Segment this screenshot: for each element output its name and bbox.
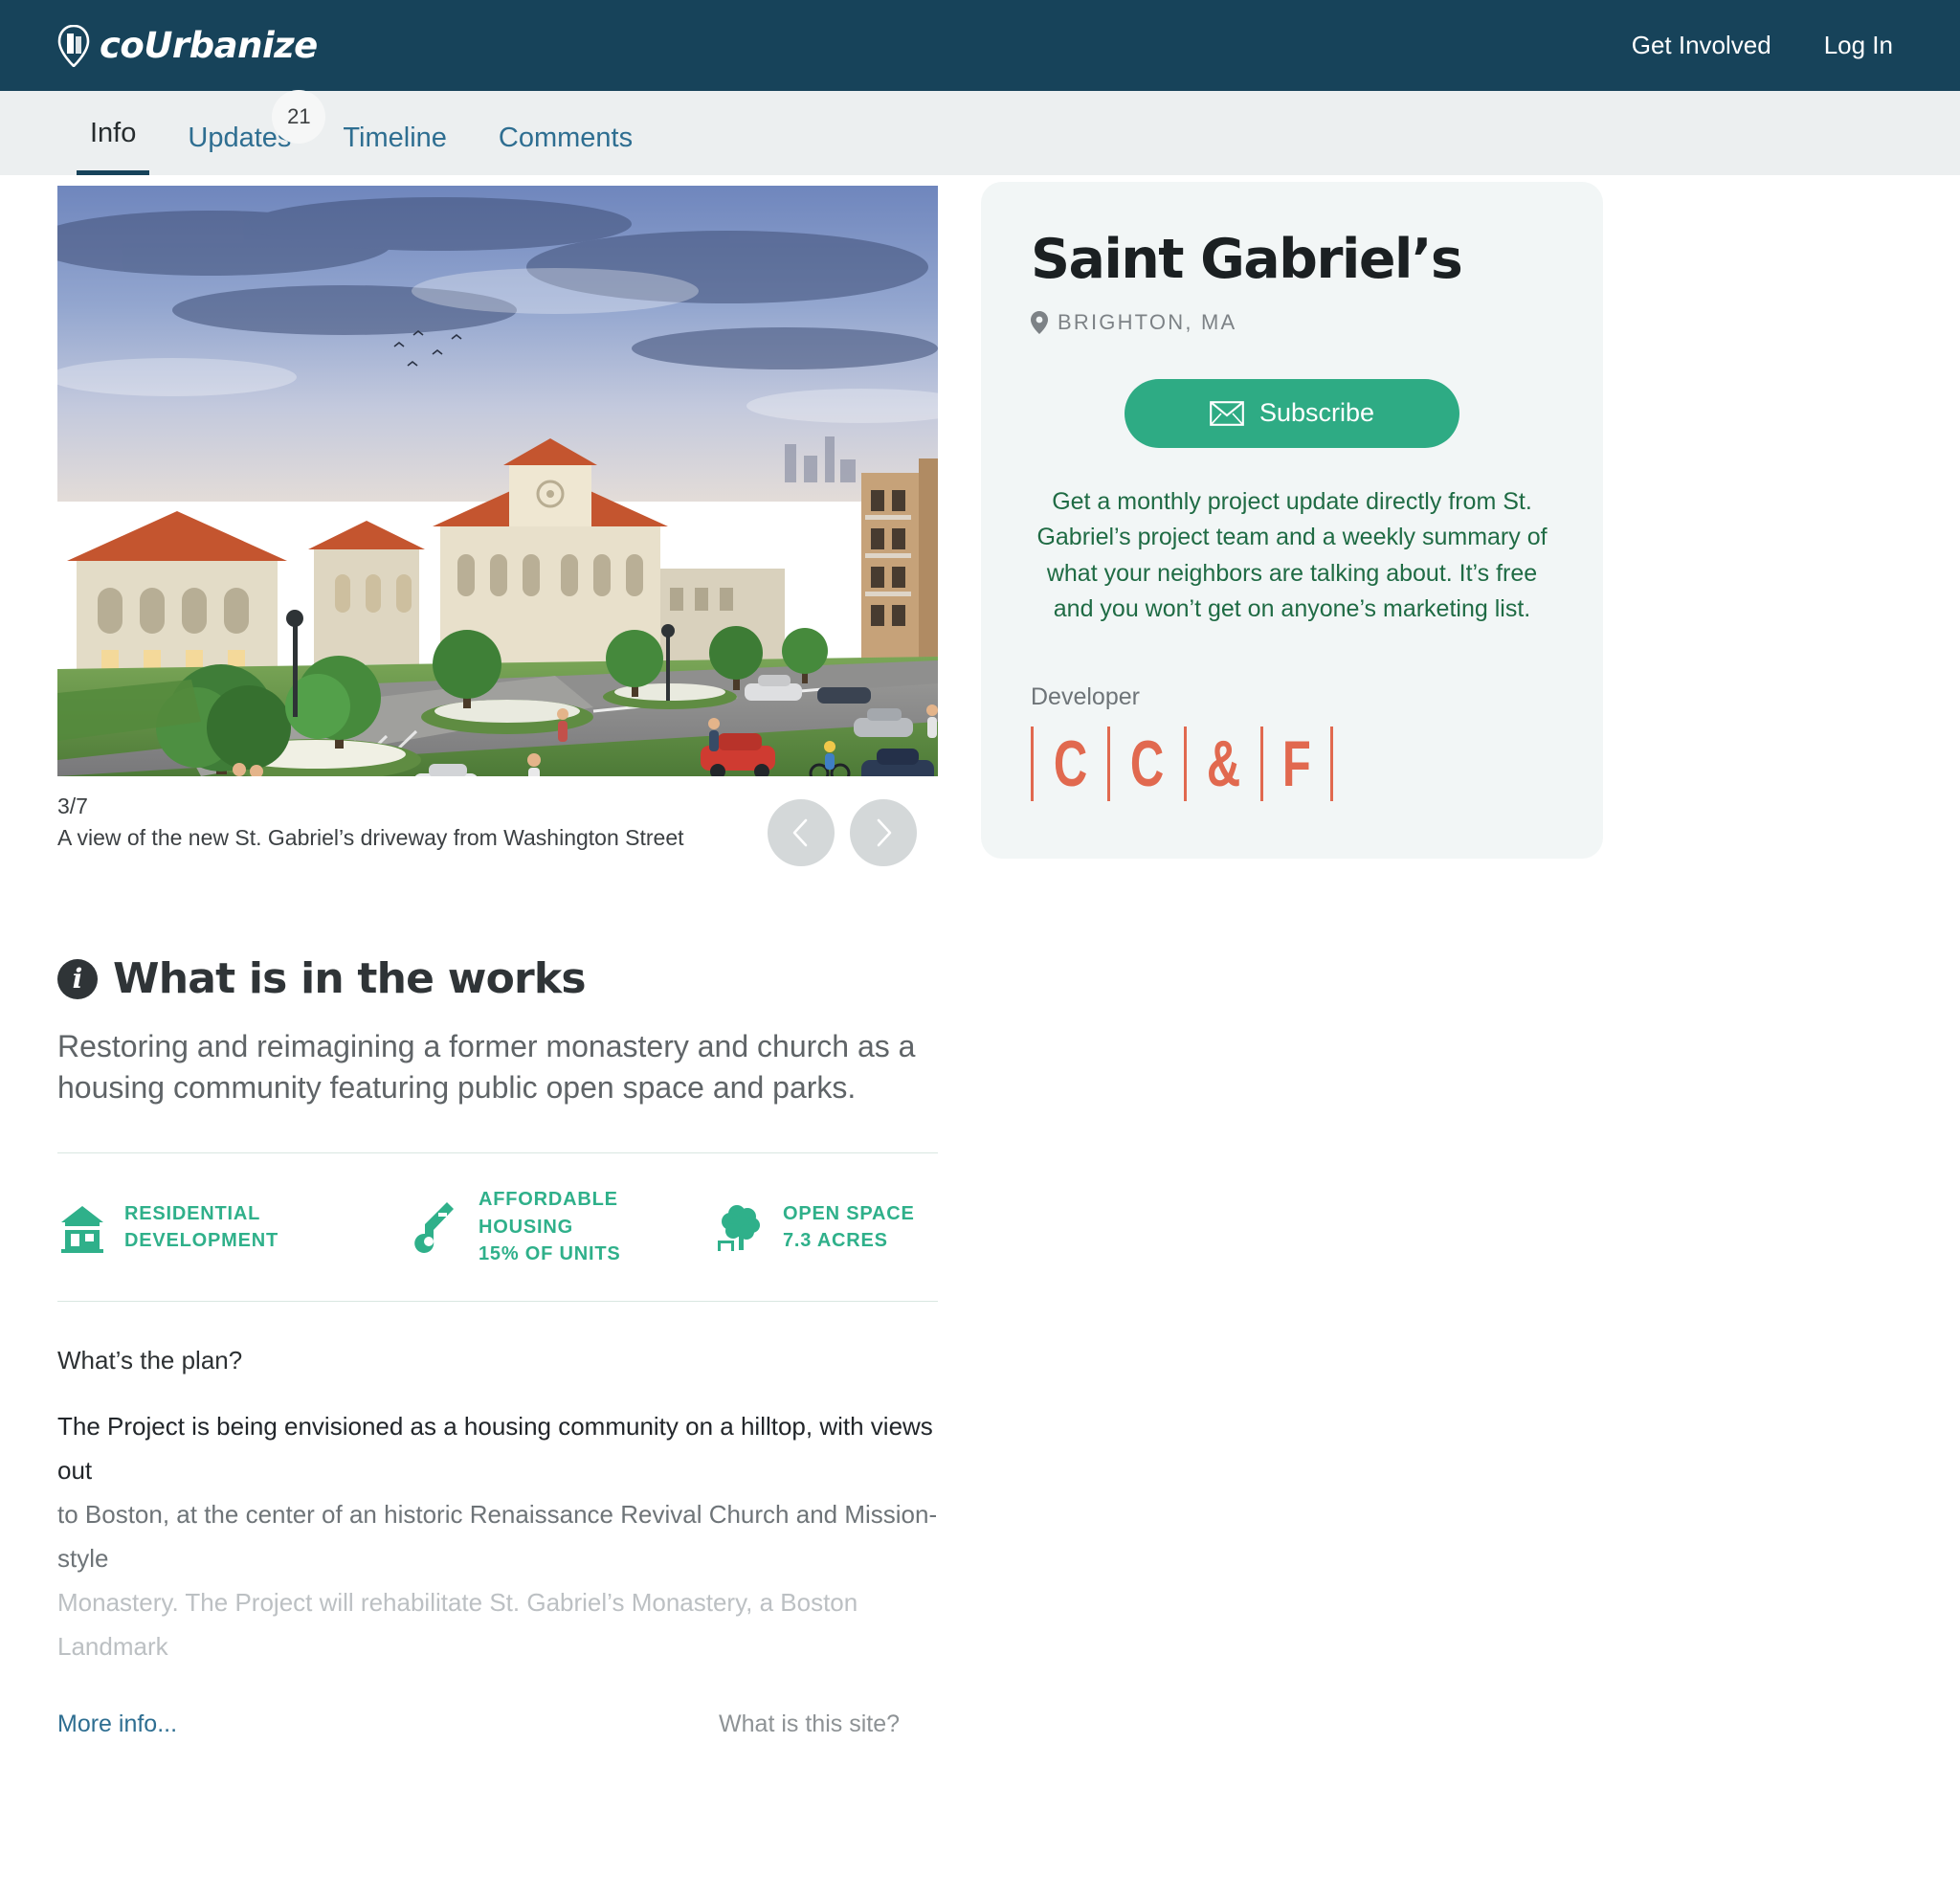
plan-line-3: Monastery. The Project will rehabilitate… xyxy=(57,1587,858,1661)
what-is-this-site-link[interactable]: What is this site? xyxy=(719,1710,938,1738)
project-image-carousel xyxy=(57,186,938,776)
developer-logo-divider xyxy=(1329,726,1333,801)
project-info-card: Saint Gabriel’s BRIGHTON, MA Subscribe G… xyxy=(981,182,1603,859)
top-navigation-links: Get Involved Log In xyxy=(1632,31,1903,60)
tab-comments-label: Comments xyxy=(498,123,634,153)
carousel-next-button[interactable] xyxy=(850,799,917,866)
project-location: BRIGHTON, MA xyxy=(1031,310,1553,335)
subscribe-description: Get a monthly project update directly fr… xyxy=(1036,487,1548,623)
map-pin-icon xyxy=(1031,310,1048,334)
chevron-left-icon xyxy=(788,816,814,849)
brand-logo[interactable]: coUrbanize xyxy=(57,24,318,68)
tab-info[interactable]: Info xyxy=(77,118,150,175)
works-summary: Restoring and reimagining a former monas… xyxy=(57,1029,916,1106)
top-navigation-bar: coUrbanize Get Involved Log In xyxy=(0,0,1960,91)
tab-updates[interactable]: Updates 21 xyxy=(174,90,326,175)
house-icon xyxy=(57,1200,107,1254)
plan-line-2: to Boston, at the center of an historic … xyxy=(57,1499,938,1573)
subscribe-button[interactable]: Subscribe xyxy=(1125,378,1459,448)
project-feature-strip: RESIDENTIAL DEVELOPMENT AFFORDABLE HOUSING… xyxy=(57,1152,938,1302)
carousel-caption: A view of the new St. Gabriel’s driveway… xyxy=(57,825,684,850)
brand-name: coUrbanize xyxy=(100,25,318,66)
feature-residential-development: RESIDENTIAL DEVELOPMENT xyxy=(57,1200,412,1255)
developer-logo-divider xyxy=(1260,726,1264,801)
developer-logo-divider xyxy=(1107,726,1111,801)
log-in-link[interactable]: Log In xyxy=(1824,31,1893,60)
page-content: 3/7 A view of the new St. Gabriel’s driv… xyxy=(0,175,1960,1738)
feature-affordable-housing: AFFORDABLE HOUSING 15% OF UNITS xyxy=(412,1186,716,1267)
info-circle-icon: i xyxy=(57,958,98,999)
developer-logo-ccf: C C & F xyxy=(1031,726,1553,801)
feature-affordable-label: AFFORDABLE HOUSING 15% OF UNITS xyxy=(479,1189,621,1265)
developer-logo-divider xyxy=(1184,726,1188,801)
get-involved-link[interactable]: Get Involved xyxy=(1632,31,1771,60)
carousel-hero-image[interactable] xyxy=(57,186,938,776)
tree-bench-icon xyxy=(716,1200,766,1254)
developer-logo-letter-2: C xyxy=(1129,727,1165,800)
location-pin-logo-icon xyxy=(57,24,90,68)
more-info-link[interactable]: More info... xyxy=(57,1710,177,1738)
subscribe-button-label: Subscribe xyxy=(1258,398,1375,428)
feature-residential-label: RESIDENTIAL DEVELOPMENT xyxy=(124,1202,279,1251)
what-is-in-the-works-section: i What is in the works Restoring and rei… xyxy=(57,954,938,1738)
tab-info-label: Info xyxy=(90,118,137,148)
key-icon xyxy=(412,1200,461,1254)
feature-open-space: OPEN SPACE 7.3 ACRES xyxy=(716,1200,936,1255)
plan-question: What’s the plan? xyxy=(57,1345,243,1375)
project-tab-bar: Info Updates 21 Timeline Comments xyxy=(0,90,1960,175)
carousel-prev-button[interactable] xyxy=(768,799,835,866)
tab-timeline[interactable]: Timeline xyxy=(329,123,460,175)
project-title: Saint Gabriel’s xyxy=(1031,228,1463,291)
developer-logo-letter-4: F xyxy=(1282,727,1312,800)
developer-logo-letter-1: C xyxy=(1053,727,1088,800)
plan-line-1: The Project is being envisioned as a hou… xyxy=(57,1411,933,1485)
project-location-label: BRIGHTON, MA xyxy=(1058,309,1237,334)
feature-open-space-label: OPEN SPACE 7.3 ACRES xyxy=(783,1202,915,1251)
carousel-counter: 3/7 xyxy=(57,794,88,818)
developer-label: Developer xyxy=(1031,682,1140,710)
carousel-controls-row: 3/7 A view of the new St. Gabriel’s driv… xyxy=(57,794,938,866)
tab-timeline-label: Timeline xyxy=(343,123,447,153)
chevron-right-icon xyxy=(870,816,897,849)
updates-count-badge: 21 xyxy=(272,90,326,144)
tab-comments[interactable]: Comments xyxy=(485,123,646,175)
plan-section: What’s the plan? The Project is being en… xyxy=(57,1346,938,1668)
plan-body: The Project is being envisioned as a hou… xyxy=(57,1404,938,1668)
sidebar-column: Saint Gabriel’s BRIGHTON, MA Subscribe G… xyxy=(981,175,1613,1738)
developer-logo-divider xyxy=(1031,726,1034,801)
main-column: 3/7 A view of the new St. Gabriel’s driv… xyxy=(57,175,938,1738)
carousel-buttons xyxy=(768,794,938,866)
content-footer-links: More info... What is this site? xyxy=(57,1710,938,1738)
carousel-metadata: 3/7 A view of the new St. Gabriel’s driv… xyxy=(57,794,768,851)
works-title: What is in the works xyxy=(113,954,587,1003)
envelope-icon xyxy=(1210,400,1244,426)
works-heading-row: i What is in the works xyxy=(57,954,938,1003)
developer-logo-letter-3: & xyxy=(1207,727,1241,800)
